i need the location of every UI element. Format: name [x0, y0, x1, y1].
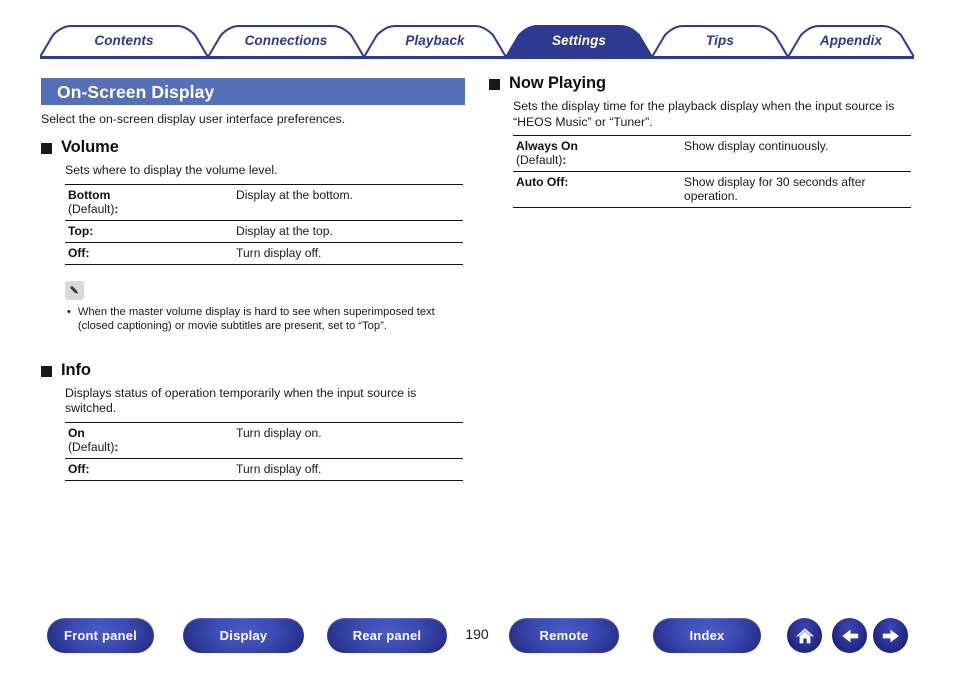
settings-table: Always On (Default): Show display continuo… — [513, 135, 911, 208]
page-title: On-Screen Display — [57, 82, 215, 102]
option-name: On — [68, 425, 85, 440]
option-name-cell: Off: — [65, 458, 228, 480]
note-bullet-icon: • — [67, 305, 71, 318]
option-value-cell: Display at the bottom. — [236, 187, 353, 202]
square-bullet-icon — [41, 143, 52, 154]
section-title: Volume — [61, 138, 119, 156]
option-value-cell: Turn display off. — [236, 245, 322, 260]
section-description: Sets where to display the volume level. — [65, 163, 278, 177]
option-name-cell: Always On (Default): — [513, 136, 676, 172]
table-row: Off: Turn display off. — [65, 458, 463, 480]
section-volume: Volume Sets where to display the volume l… — [41, 138, 471, 265]
footer-bar: Front panel Display Rear panel Remote Index 1… — [0, 618, 954, 658]
pencil-icon — [65, 280, 84, 300]
option-name: Auto Off: — [516, 175, 569, 189]
square-bullet-icon — [489, 79, 500, 90]
table-row: Auto Off: Show display for 30 seconds aft… — [513, 171, 911, 208]
tab-tips[interactable]: Tips — [652, 33, 788, 48]
option-default-label: (Default): — [516, 153, 567, 167]
table-row: Bottom (Default): Display at the bottom. — [65, 184, 463, 220]
option-name: Off: — [68, 461, 90, 476]
tab-bar: Contents Connections Playback Settings Tips A… — [40, 22, 914, 60]
note-block: • When the master volume display is hard … — [65, 280, 465, 334]
table-row: On (Default): Turn display on. — [65, 422, 463, 458]
option-name: Bottom — [68, 187, 111, 202]
section-title: Now Playing — [509, 74, 606, 92]
option-name: Off: — [68, 245, 90, 260]
remote-button[interactable]: Remote — [509, 618, 619, 653]
option-default-label: (Default): — [68, 201, 119, 216]
option-value-cell: Show display continuously. — [684, 139, 829, 153]
section-title: Info — [61, 360, 91, 379]
option-value-cell: Turn display off. — [236, 461, 322, 476]
option-name-cell: On (Default): — [65, 422, 228, 458]
option-name: Top: — [68, 223, 94, 238]
option-name-cell: Auto Off: — [513, 172, 676, 208]
table-row: Top: Display at the top. — [65, 220, 463, 242]
display-button[interactable]: Display — [183, 618, 304, 653]
tab-appendix[interactable]: Appendix — [788, 33, 914, 48]
option-name-cell: Off: — [65, 242, 228, 264]
page-title-bar: On-Screen Display — [41, 78, 465, 105]
section-description: Displays status of operation temporarily… — [65, 385, 417, 416]
settings-table: On (Default): Turn display on. Off: Turn dis… — [65, 422, 463, 481]
option-default-label: (Default): — [68, 439, 119, 454]
table-row: Always On (Default): Show display continuo… — [513, 135, 911, 172]
arrow-right-icon[interactable] — [873, 618, 908, 653]
arrow-left-icon[interactable] — [832, 618, 867, 653]
square-bullet-icon — [41, 365, 52, 377]
tab-label-group: Contents Connections Playback Settings Tips A… — [40, 22, 914, 58]
option-value-cell: Turn display on. — [236, 425, 322, 440]
tab-settings[interactable]: Settings — [506, 33, 652, 48]
section-info: Info Displays status of operation tempora… — [41, 361, 471, 481]
section-heading: Volume — [41, 138, 471, 157]
tab-contents[interactable]: Contents — [40, 33, 208, 48]
section-heading: Info — [41, 361, 471, 380]
page-number: 190 — [465, 626, 489, 642]
home-icon[interactable] — [787, 618, 822, 653]
option-name-cell: Top: — [65, 220, 228, 242]
index-button[interactable]: Index — [653, 618, 761, 653]
rear-panel-button[interactable]: Rear panel — [327, 618, 447, 653]
left-column: Volume Sets where to display the volume l… — [41, 138, 471, 481]
tab-connections[interactable]: Connections — [208, 33, 364, 48]
page-subtitle: Select the on-screen display user interf… — [41, 112, 346, 126]
section-heading: Now Playing — [489, 74, 915, 93]
section-description: Sets the display time for the playback d… — [513, 99, 895, 129]
section-now-playing: Now Playing Sets the display time for the… — [489, 74, 915, 208]
tab-playback[interactable]: Playback — [364, 33, 506, 48]
table-row: Off: Turn display off. — [65, 242, 463, 264]
right-column: Now Playing Sets the display time for the… — [489, 74, 915, 208]
note-text: When the master volume display is hard t… — [77, 305, 435, 333]
option-name-cell: Bottom (Default): — [65, 184, 228, 220]
option-value-cell: Show display for 30 seconds after operat… — [684, 175, 866, 203]
option-name: Always On — [516, 139, 578, 153]
note-list-item: • When the master volume display is hard … — [65, 305, 465, 334]
settings-table: Bottom (Default): Display at the bottom. To… — [65, 184, 463, 265]
front-panel-button[interactable]: Front panel — [47, 618, 154, 653]
option-value-cell: Display at the top. — [236, 223, 333, 238]
